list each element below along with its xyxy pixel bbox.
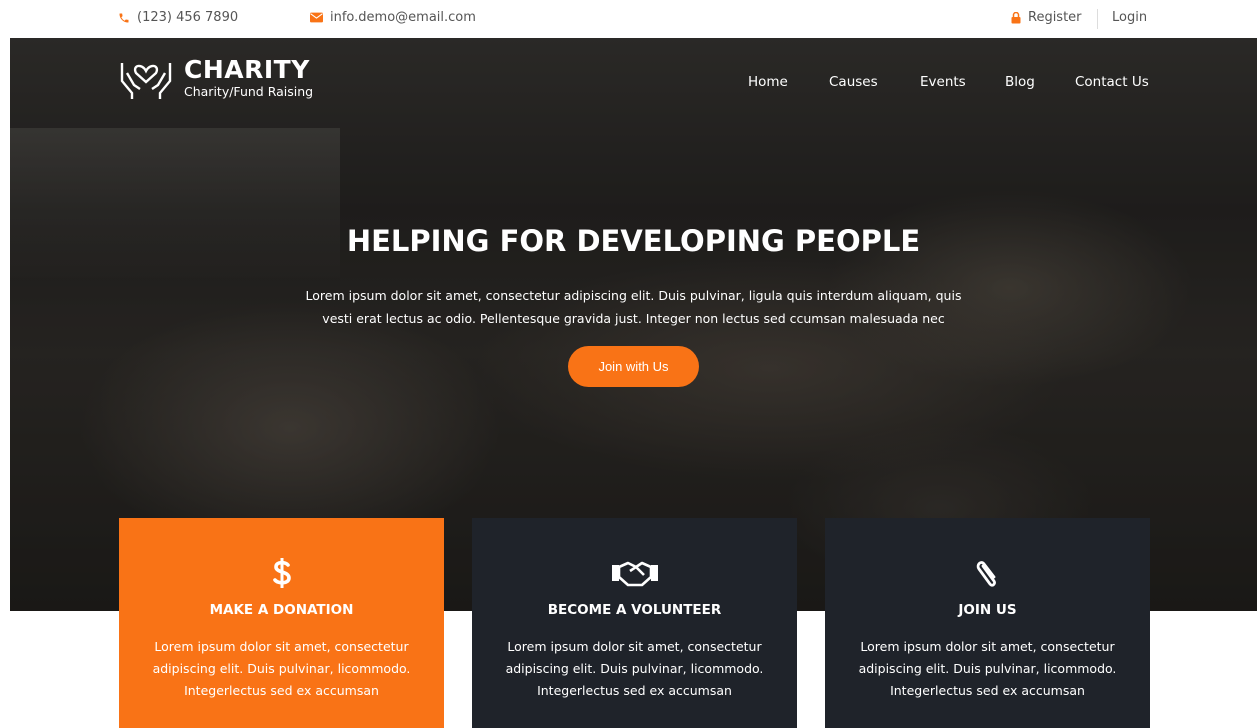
- dollar-icon: [119, 556, 444, 590]
- card-description: Lorem ipsum dolor sit amet, consectetur …: [494, 636, 775, 702]
- card-text-line: Integerlectus sed ex accumsan: [184, 683, 379, 698]
- nav-blog[interactable]: Blog: [1005, 74, 1035, 90]
- topbar-divider: [1097, 9, 1098, 29]
- nav-events[interactable]: Events: [920, 74, 966, 90]
- nav-causes[interactable]: Causes: [829, 74, 878, 90]
- volunteer-card[interactable]: BECOME A VOLUNTEER Lorem ipsum dolor sit…: [472, 518, 797, 728]
- join-us-card[interactable]: JOIN US Lorem ipsum dolor sit amet, cons…: [825, 518, 1150, 728]
- card-text-line: Lorem ipsum dolor sit amet, consectetur: [154, 639, 409, 654]
- hero-description-line: Lorem ipsum dolor sit amet, consectetur …: [305, 288, 962, 303]
- phone-number: (123) 456 7890: [137, 10, 239, 25]
- top-bar: (123) 456 7890 info.demo@email.com Regis…: [0, 0, 1257, 38]
- card-text-line: adipiscing elit. Duis pulvinar, licommod…: [152, 661, 411, 676]
- card-text-line: Lorem ipsum dolor sit amet, consectetur: [860, 639, 1115, 654]
- card-title: JOIN US: [958, 602, 1017, 618]
- card-description: Lorem ipsum dolor sit amet, consectetur …: [847, 636, 1128, 702]
- card-description: Lorem ipsum dolor sit amet, consectetur …: [141, 636, 422, 702]
- brand-tagline: Charity/Fund Raising: [184, 84, 314, 99]
- card-text-line: Integerlectus sed ex accumsan: [537, 683, 732, 698]
- email-contact[interactable]: info.demo@email.com: [310, 10, 476, 25]
- join-with-us-button[interactable]: Join with Us: [568, 346, 699, 387]
- hero-description-line: vesti erat lectus ac odio. Pellentesque …: [322, 311, 945, 326]
- paperclip-icon: [825, 556, 1150, 590]
- nav-contact-us[interactable]: Contact Us: [1075, 74, 1149, 90]
- nav-home[interactable]: Home: [748, 74, 788, 90]
- card-title: BECOME A VOLUNTEER: [547, 602, 722, 618]
- email-address: info.demo@email.com: [330, 10, 476, 25]
- hero-headline: HELPING FOR DEVELOPING PEOPLE: [346, 224, 921, 258]
- donation-card[interactable]: MAKE A DONATION Lorem ipsum dolor sit am…: [119, 518, 444, 728]
- site-logo[interactable]: CHARITY Charity/Fund Raising: [118, 55, 313, 101]
- card-text-line: adipiscing elit. Duis pulvinar, licommod…: [505, 661, 764, 676]
- login-link[interactable]: Login: [1112, 10, 1147, 25]
- card-text-line: Integerlectus sed ex accumsan: [890, 683, 1085, 698]
- card-text-line: adipiscing elit. Duis pulvinar, licommod…: [858, 661, 1117, 676]
- login-label: Login: [1112, 10, 1148, 25]
- phone-contact[interactable]: (123) 456 7890: [118, 10, 238, 25]
- register-label: Register: [1028, 10, 1082, 25]
- card-title: MAKE A DONATION: [209, 602, 354, 618]
- envelope-icon: [310, 12, 323, 23]
- phone-icon: [119, 13, 129, 22]
- lock-icon: [1011, 11, 1021, 23]
- hands-heart-icon: [120, 63, 172, 99]
- hero-description: Lorem ipsum dolor sit amet, consectetur …: [290, 284, 977, 330]
- register-link[interactable]: Register: [1011, 10, 1082, 25]
- card-text-line: Lorem ipsum dolor sit amet, consectetur: [507, 639, 762, 654]
- handshake-icon: [472, 556, 797, 590]
- brand-name: CHARITY: [184, 55, 310, 84]
